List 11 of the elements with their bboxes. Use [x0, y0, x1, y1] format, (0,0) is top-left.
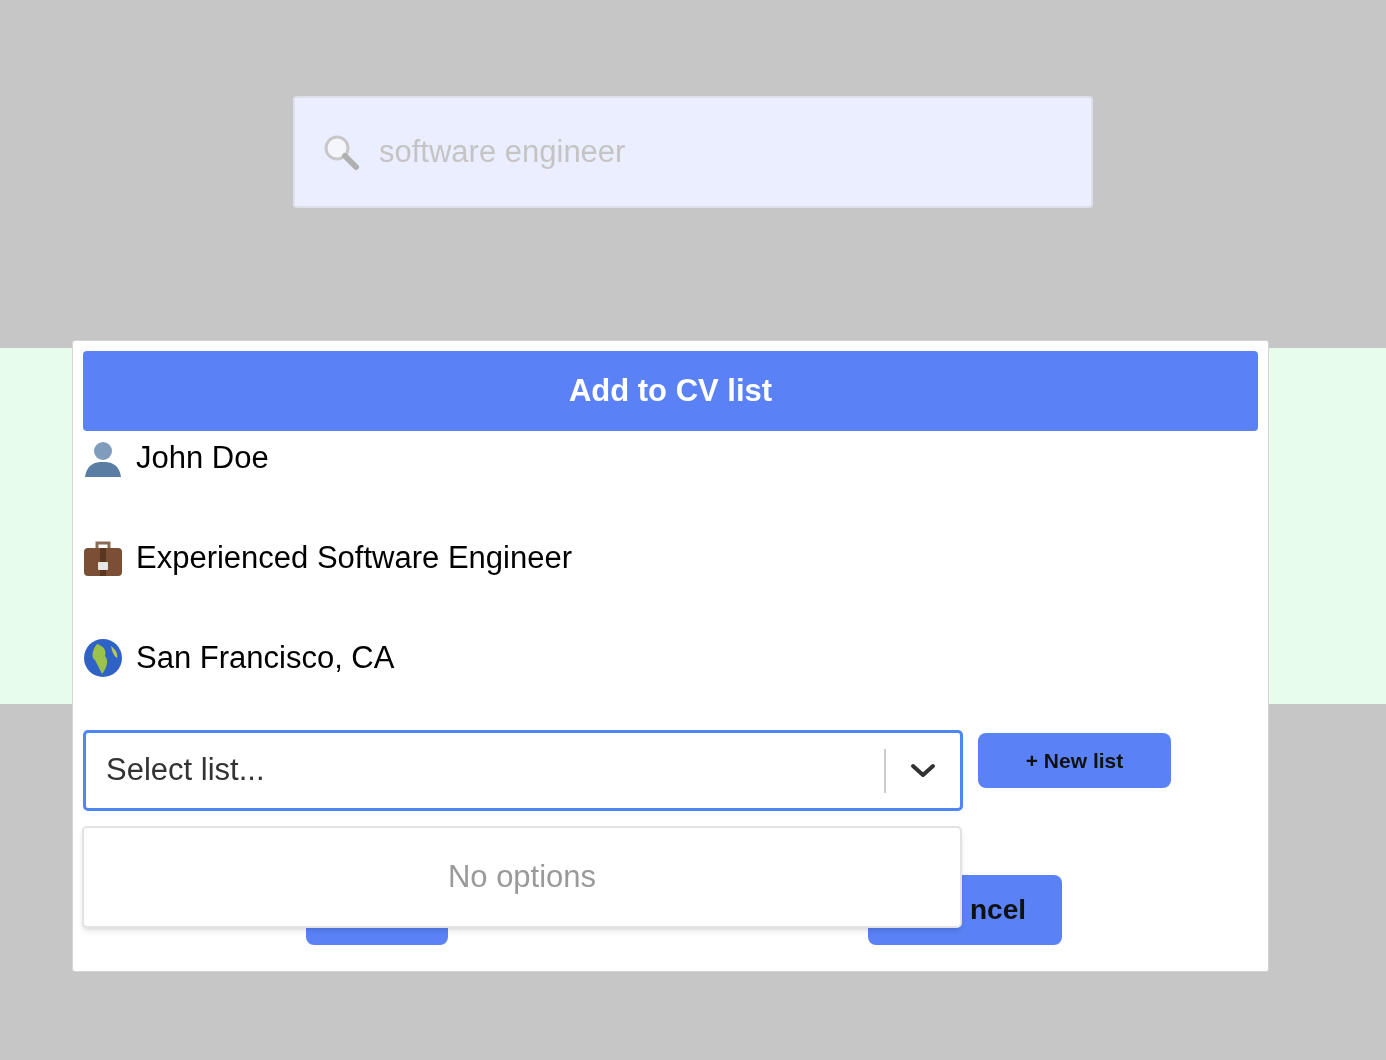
no-options-text: No options: [447, 857, 597, 896]
globe-icon: [83, 638, 123, 678]
search-field[interactable]: software engineer: [293, 96, 1093, 208]
new-list-button[interactable]: + New list: [978, 733, 1171, 788]
dialog-header: Add to CV list: [83, 351, 1258, 431]
detail-text: John Doe: [136, 438, 269, 477]
chevron-down-icon[interactable]: [910, 762, 936, 779]
detail-text: Experienced Software Engineer: [136, 538, 572, 577]
list-select[interactable]: Select list...: [83, 730, 963, 811]
detail-text: San Francisco, CA: [136, 638, 395, 677]
select-placeholder: Select list...: [105, 751, 266, 790]
